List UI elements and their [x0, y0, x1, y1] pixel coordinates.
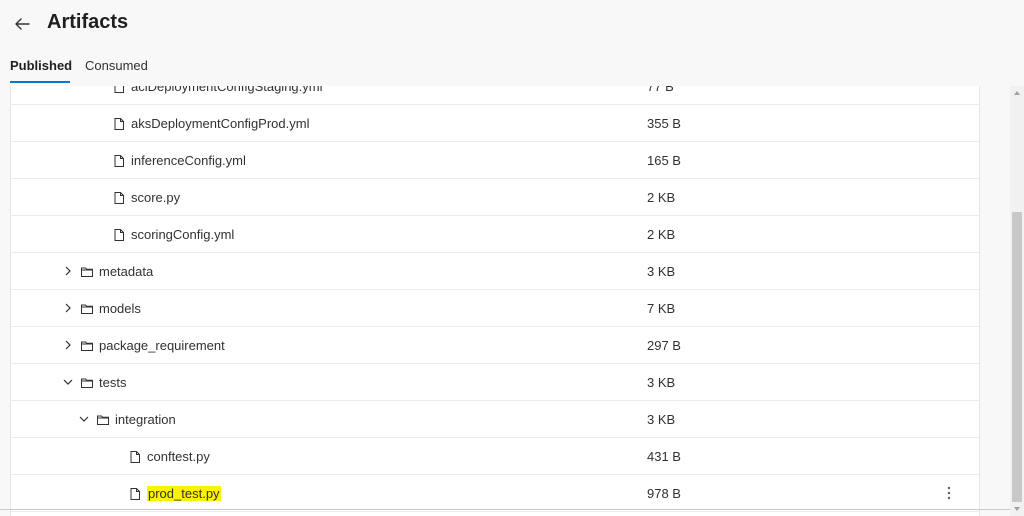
item-size: 978 B [647, 486, 681, 501]
folder-row[interactable]: package_requirement 297 B [11, 327, 979, 364]
folder-icon [80, 376, 94, 390]
chevron-right-icon[interactable] [62, 265, 74, 277]
chevron-right-icon[interactable] [62, 302, 74, 314]
folder-icon [80, 302, 94, 316]
item-name[interactable]: aksDeploymentConfigProd.yml [131, 116, 309, 131]
file-icon [112, 191, 126, 205]
artifact-tree: aciDeploymentConfigStaging.yml 77 B aksDep… [10, 86, 980, 516]
item-size: 297 B [647, 338, 681, 353]
item-size: 355 B [647, 116, 681, 131]
file-row[interactable]: aciDeploymentConfigStaging.yml 77 B [11, 86, 979, 105]
folder-row[interactable]: integration 3 KB [11, 401, 979, 438]
file-icon [112, 154, 126, 168]
active-tab-indicator [10, 81, 70, 83]
chevron-right-icon[interactable] [62, 339, 74, 351]
item-size: 7 KB [647, 301, 676, 316]
item-name[interactable]: aciDeploymentConfigStaging.yml [131, 86, 322, 94]
item-name[interactable]: metadata [99, 264, 153, 279]
file-row[interactable]: score.py 2 KB [11, 179, 979, 216]
item-size: 3 KB [647, 264, 676, 279]
vertical-scrollbar[interactable] [1010, 86, 1024, 516]
item-size: 431 B [647, 449, 681, 464]
scroll-down-button[interactable] [1010, 502, 1024, 516]
item-size: 3 KB [647, 375, 676, 390]
file-row[interactable]: scoringConfig.yml 2 KB [11, 216, 979, 253]
tab-published[interactable]: Published [10, 58, 72, 73]
file-row[interactable]: inferenceConfig.yml 165 B [11, 142, 979, 179]
item-name[interactable]: inferenceConfig.yml [131, 153, 246, 168]
item-name[interactable]: models [99, 301, 141, 316]
item-size: 2 KB [647, 227, 676, 242]
folder-icon [80, 265, 94, 279]
item-size: 2 KB [647, 190, 676, 205]
more-vertical-icon[interactable] [941, 484, 957, 502]
file-row[interactable]: conftest.py 431 B [11, 438, 979, 475]
item-name[interactable]: integration [115, 412, 176, 427]
bottom-divider [0, 509, 1010, 510]
folder-icon [96, 413, 110, 427]
item-name[interactable]: score.py [131, 190, 180, 205]
chevron-down-icon[interactable] [78, 413, 90, 425]
item-name[interactable]: prod_test.py [147, 486, 221, 501]
arrow-left-icon [15, 18, 30, 30]
scroll-up-button[interactable] [1010, 86, 1024, 100]
folder-icon [80, 339, 94, 353]
file-icon [128, 450, 142, 464]
tab-consumed[interactable]: Consumed [85, 58, 148, 73]
folder-row[interactable]: tests 3 KB [11, 364, 979, 401]
scrollbar-thumb[interactable] [1012, 212, 1022, 502]
item-size: 77 B [647, 86, 674, 94]
page-title: Artifacts [47, 11, 129, 33]
back-button[interactable] [10, 12, 34, 36]
page-header: Artifacts [0, 0, 1024, 48]
item-name[interactable]: package_requirement [99, 338, 225, 353]
item-name[interactable]: conftest.py [147, 449, 210, 464]
file-row[interactable]: prod_test.py 978 B [11, 475, 979, 512]
artifact-rows: aciDeploymentConfigStaging.yml 77 B aksDep… [11, 86, 979, 512]
file-row[interactable]: aksDeploymentConfigProd.yml 355 B [11, 105, 979, 142]
file-icon [112, 86, 126, 94]
item-name[interactable]: tests [99, 375, 126, 390]
file-icon [112, 117, 126, 131]
chevron-down-icon[interactable] [62, 376, 74, 388]
tab-bar: Published Consumed [0, 52, 1024, 86]
item-name[interactable]: scoringConfig.yml [131, 227, 234, 242]
caret-down-icon [1014, 507, 1020, 511]
caret-up-icon [1014, 91, 1020, 95]
folder-row[interactable]: models 7 KB [11, 290, 979, 327]
item-size: 165 B [647, 153, 681, 168]
file-icon [112, 228, 126, 242]
file-icon [128, 487, 142, 501]
item-size: 3 KB [647, 412, 676, 427]
folder-row[interactable]: metadata 3 KB [11, 253, 979, 290]
